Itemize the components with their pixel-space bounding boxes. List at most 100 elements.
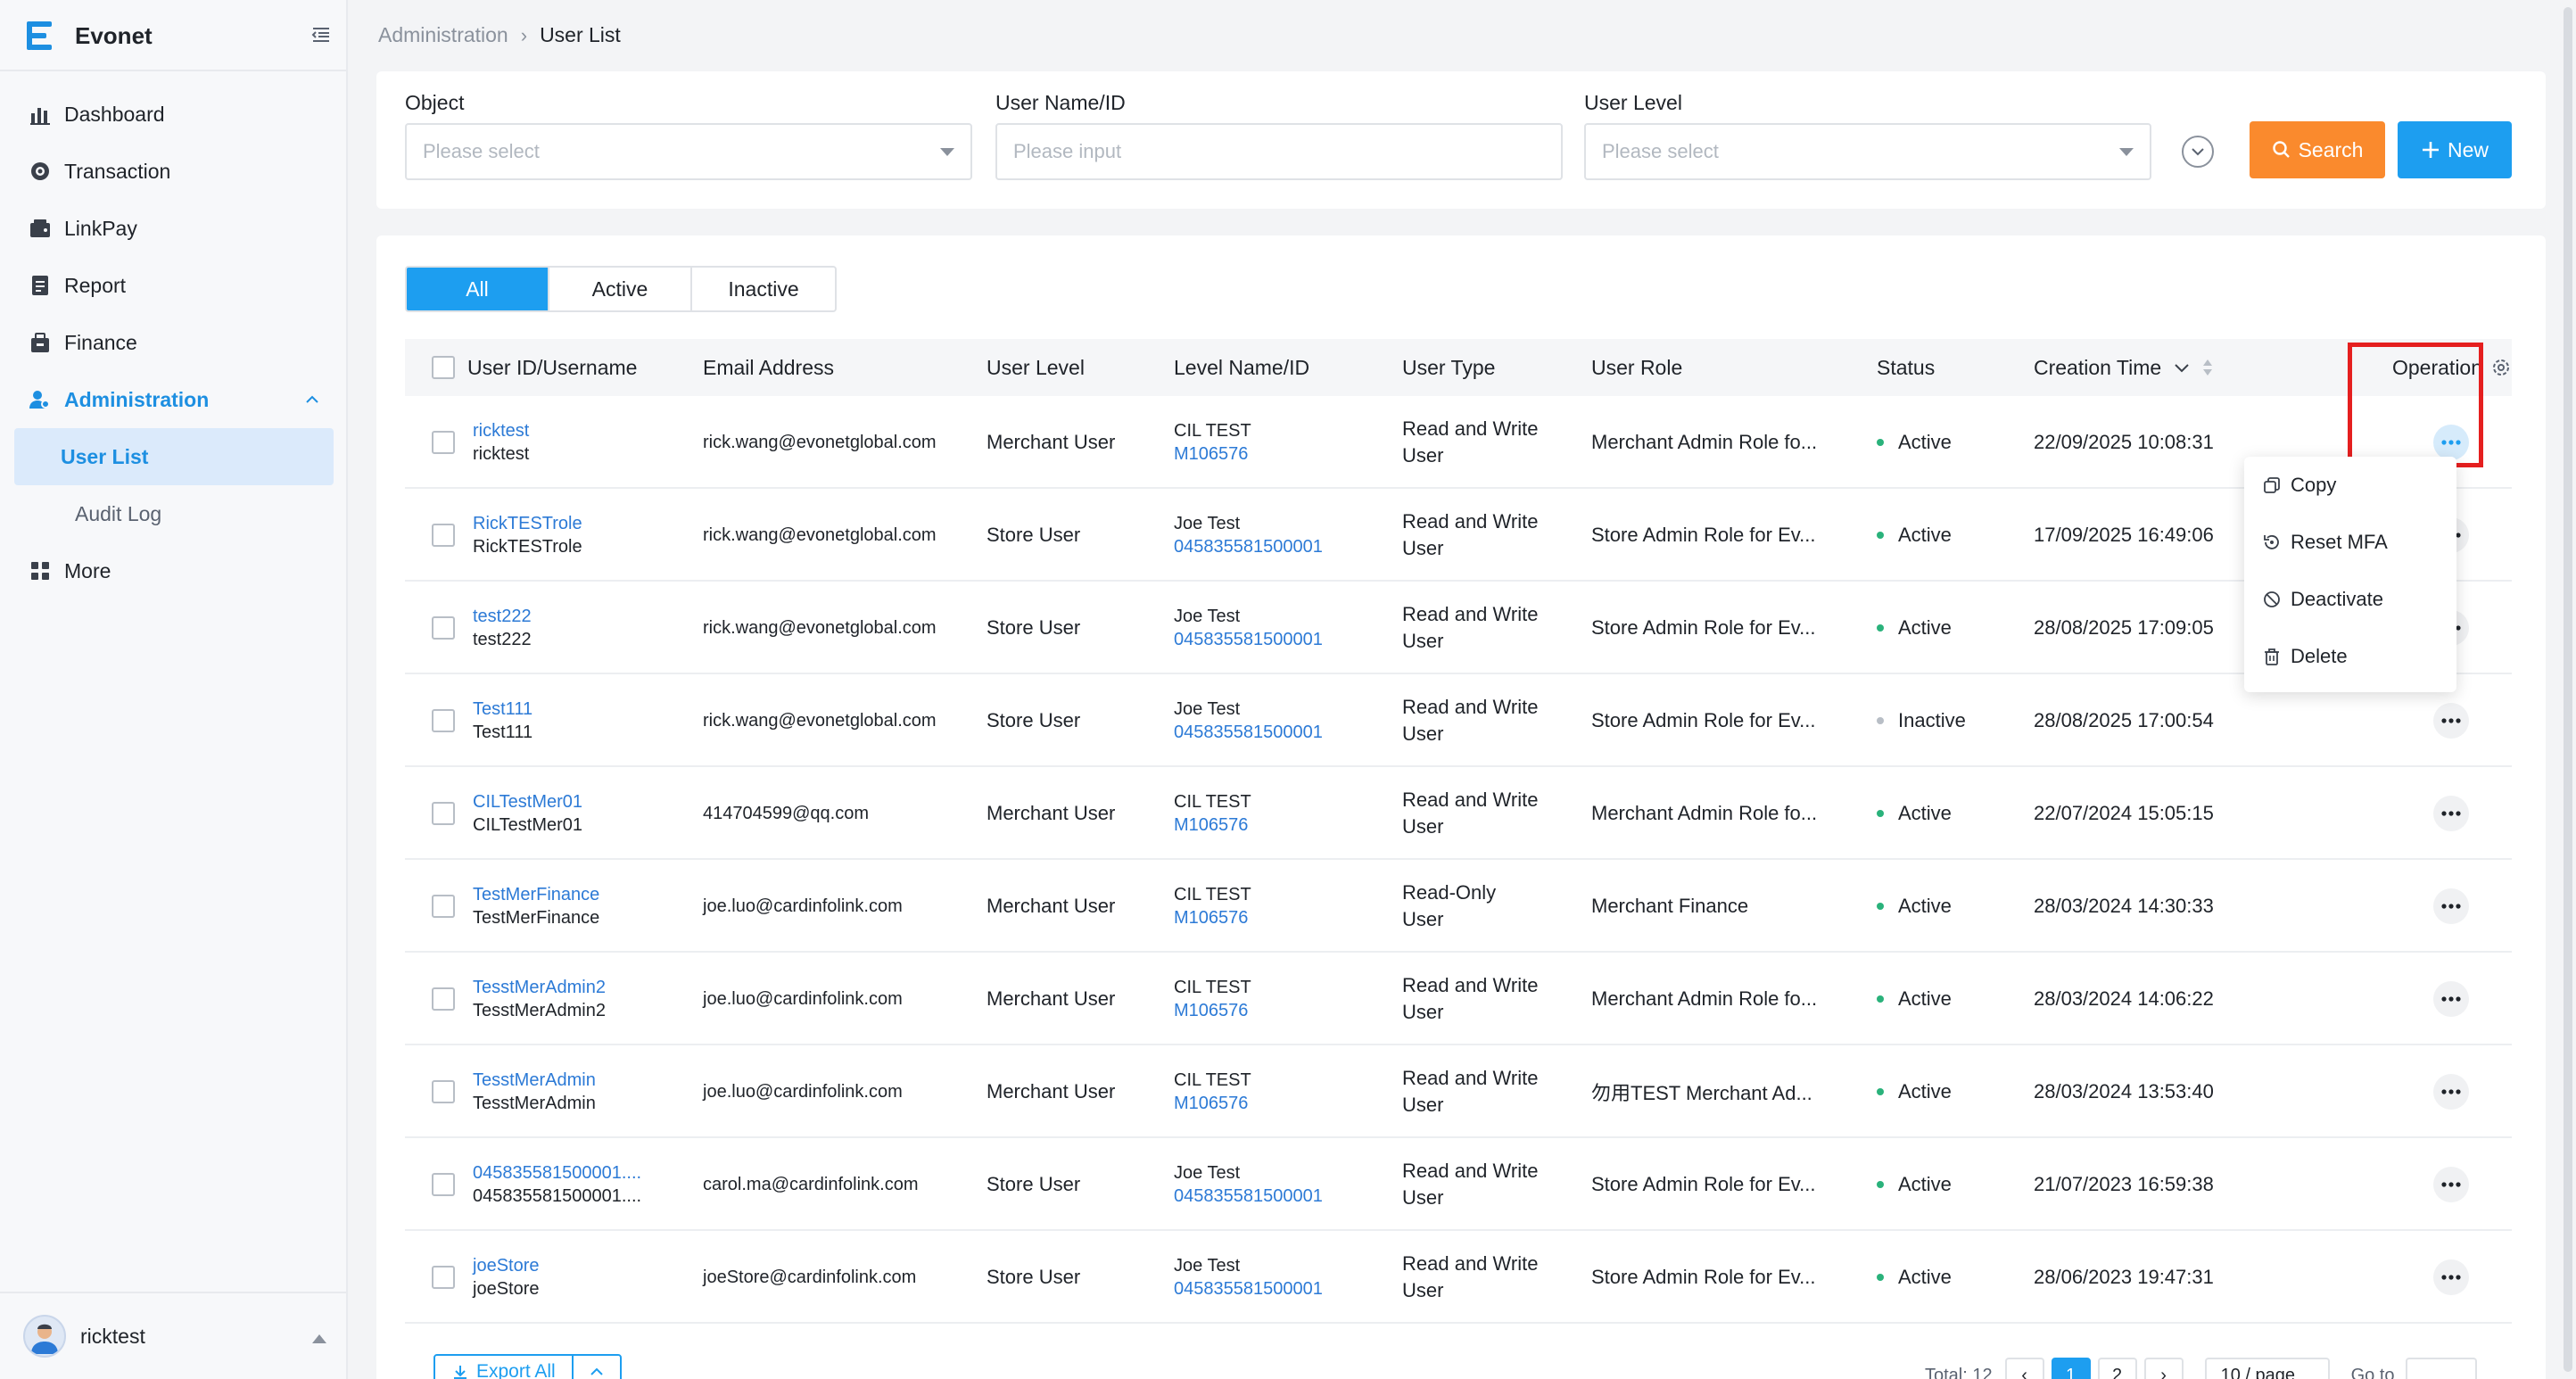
- level-id-link[interactable]: M106576: [1174, 442, 1251, 466]
- sort-icon[interactable]: [2200, 357, 2215, 378]
- row-checkbox[interactable]: [432, 1266, 455, 1289]
- breadcrumb-parent[interactable]: Administration: [378, 23, 508, 47]
- row-more-button[interactable]: [2433, 1074, 2469, 1110]
- level-id-link[interactable]: 045835581500001: [1174, 721, 1323, 744]
- select-all-checkbox[interactable]: [432, 356, 455, 379]
- page-1-button[interactable]: 1: [2051, 1358, 2091, 1379]
- user-type-line1: Read and Write: [1402, 417, 1539, 440]
- level-name-text: Joe Test: [1174, 514, 1241, 533]
- level-id-link[interactable]: 045835581500001: [1174, 535, 1323, 558]
- table-row: TesstMerAdmin TesstMerAdmin joe.luo@cardin…: [405, 1045, 2512, 1138]
- col-email: Email Address: [703, 355, 835, 379]
- row-checkbox[interactable]: [432, 616, 455, 640]
- user-type-line2: User: [1402, 815, 1444, 838]
- table-header: User ID/Username Email Address User Leve…: [405, 339, 2512, 396]
- object-select[interactable]: Please select: [405, 123, 972, 180]
- row-checkbox[interactable]: [432, 987, 455, 1011]
- transaction-icon: [31, 162, 49, 180]
- menu-item-deactivate[interactable]: Deactivate: [2244, 571, 2456, 628]
- breadcrumb-current: User List: [540, 23, 621, 46]
- sidebar-item-dashboard[interactable]: Dashboard: [0, 86, 348, 143]
- row-more-button[interactable]: [2433, 1167, 2469, 1202]
- export-menu-toggle[interactable]: [574, 1356, 620, 1379]
- level-id-link[interactable]: M106576: [1174, 813, 1251, 837]
- status-cell: Active: [1877, 1231, 1952, 1324]
- creation-time-cell: 28/03/2024 13:53:40: [2034, 1080, 2214, 1102]
- row-more-button[interactable]: [2433, 703, 2469, 739]
- level-id-link[interactable]: M106576: [1174, 906, 1251, 929]
- row-checkbox[interactable]: [432, 431, 455, 454]
- chevron-down-icon[interactable]: [2172, 358, 2192, 377]
- sidebar-nav: Dashboard Transaction LinkPay Report Fin…: [0, 86, 348, 599]
- sidebar-item-more[interactable]: More: [0, 542, 348, 599]
- user-level-select[interactable]: Please select: [1584, 123, 2151, 180]
- tab-inactive[interactable]: Inactive: [692, 268, 835, 310]
- new-button-label: New: [2447, 137, 2489, 161]
- user-role-cell: Store Admin Role for Ev...: [1591, 616, 1816, 639]
- level-name-text: Joe Test: [1174, 1163, 1241, 1183]
- menu-item-reset-mfa[interactable]: Reset MFA: [2244, 514, 2456, 571]
- user-id-link[interactable]: Test111: [473, 698, 533, 721]
- user-id-link[interactable]: TestMerFinance: [473, 883, 599, 906]
- row-checkbox-cell: [432, 1045, 455, 1138]
- more-dots-icon: [2441, 1182, 2461, 1187]
- sidebar-item-transaction[interactable]: Transaction: [0, 143, 348, 200]
- sidebar-item-user-list[interactable]: User List: [14, 428, 334, 485]
- page-size-value: 10 / page: [2220, 1365, 2296, 1379]
- menu-item-copy[interactable]: Copy: [2244, 457, 2456, 514]
- user-id-link[interactable]: joeStore: [473, 1254, 540, 1277]
- user-id-link[interactable]: CILTestMer01: [473, 790, 582, 813]
- user-id-link[interactable]: TesstMerAdmin2: [473, 976, 606, 999]
- level-id-link[interactable]: M106576: [1174, 999, 1251, 1022]
- level-id-link[interactable]: 045835581500001: [1174, 628, 1323, 651]
- page-scrollbar[interactable]: [2560, 0, 2576, 1379]
- col-creation-time-label: Creation Time: [2034, 355, 2162, 379]
- email-cell: rick.wang@evonetglobal.com: [703, 617, 937, 638]
- user-id-link[interactable]: test222: [473, 605, 532, 628]
- sidebar-item-finance[interactable]: Finance: [0, 314, 348, 371]
- row-checkbox[interactable]: [432, 1080, 455, 1103]
- user-id-link[interactable]: ricktest: [473, 419, 529, 442]
- user-id-link[interactable]: RickTESTrole: [473, 512, 582, 535]
- row-more-button[interactable]: [2433, 796, 2469, 831]
- current-user[interactable]: ricktest: [0, 1292, 348, 1379]
- col-creation-time[interactable]: Creation Time: [2034, 339, 2215, 396]
- row-more-button[interactable]: [2433, 1259, 2469, 1295]
- sidebar-item-report[interactable]: Report: [0, 257, 348, 314]
- goto-page-input[interactable]: [2405, 1358, 2477, 1379]
- export-all-button[interactable]: Export All: [435, 1356, 574, 1379]
- scroll-thumb[interactable]: [2564, 7, 2572, 1372]
- page-size-select[interactable]: 10 / page: [2204, 1358, 2330, 1379]
- tab-all[interactable]: All: [407, 268, 549, 310]
- row-checkbox[interactable]: [432, 802, 455, 825]
- username-input[interactable]: Please input: [995, 123, 1563, 180]
- column-settings[interactable]: [2490, 339, 2512, 396]
- row-checkbox[interactable]: [432, 895, 455, 918]
- sidebar-item-audit-log[interactable]: Audit Log: [14, 485, 334, 542]
- menu-item-delete[interactable]: Delete: [2244, 628, 2456, 685]
- search-button[interactable]: Search: [2250, 121, 2385, 178]
- row-checkbox[interactable]: [432, 1173, 455, 1196]
- row-checkbox[interactable]: [432, 709, 455, 732]
- username-text: TesstMerAdmin2: [473, 1001, 606, 1020]
- level-id-link[interactable]: M106576: [1174, 1092, 1251, 1115]
- user-id-link[interactable]: TesstMerAdmin: [473, 1069, 596, 1092]
- next-page-button[interactable]: ›: [2143, 1358, 2184, 1379]
- expand-filters-button[interactable]: [2182, 136, 2214, 168]
- user-id-link[interactable]: 045835581500001....: [473, 1161, 641, 1185]
- user-id-cell: ricktest ricktest: [473, 396, 529, 489]
- sidebar-item-administration[interactable]: Administration: [0, 371, 348, 428]
- new-user-button[interactable]: New: [2398, 121, 2512, 178]
- level-id-link[interactable]: 045835581500001: [1174, 1185, 1323, 1208]
- sidebar-item-linkpay[interactable]: LinkPay: [0, 200, 348, 257]
- row-more-button[interactable]: [2433, 981, 2469, 1017]
- tab-active[interactable]: Active: [549, 268, 692, 310]
- level-id-link[interactable]: 045835581500001: [1174, 1277, 1323, 1301]
- row-more-button[interactable]: [2433, 888, 2469, 924]
- user-role-cell: Merchant Admin Role fo...: [1591, 802, 1818, 824]
- row-checkbox[interactable]: [432, 524, 455, 547]
- prev-page-button[interactable]: ‹: [2004, 1358, 2044, 1379]
- user-table-panel: All Active Inactive User ID/Username Ema…: [376, 235, 2546, 1379]
- collapse-menu-icon[interactable]: [310, 24, 332, 45]
- page-2-button[interactable]: 2: [2097, 1358, 2137, 1379]
